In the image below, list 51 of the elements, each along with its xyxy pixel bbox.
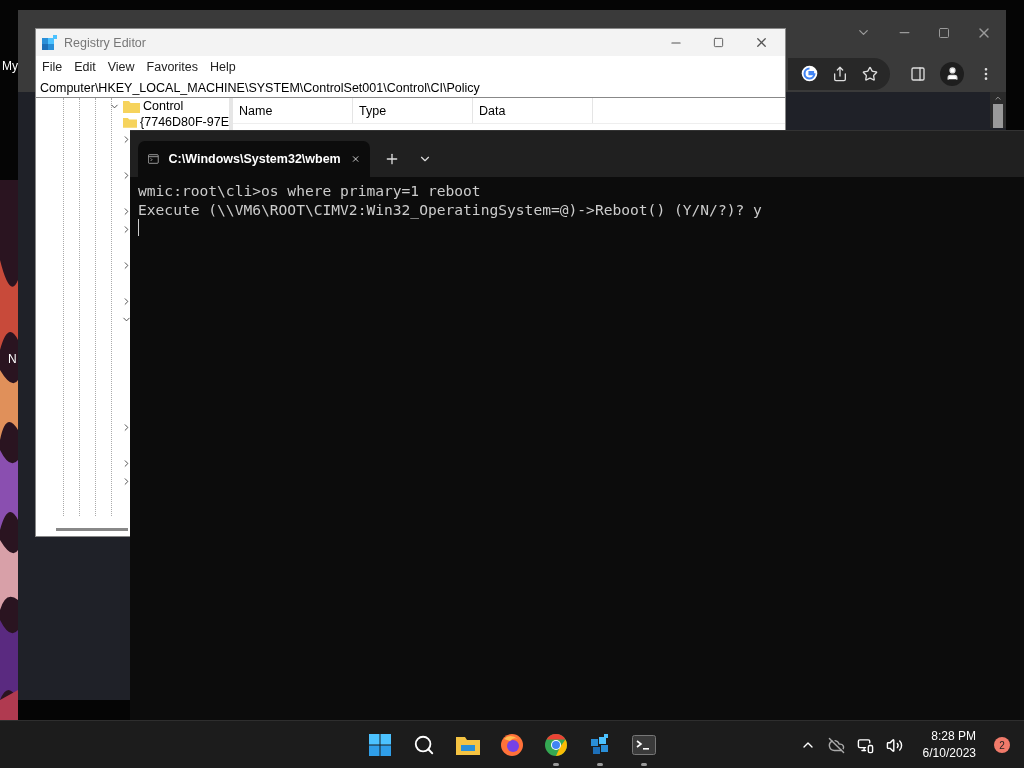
- star-icon[interactable]: [862, 65, 878, 82]
- clock-time[interactable]: 8:28 PM: [931, 728, 976, 745]
- folder-icon: [123, 99, 140, 113]
- console-icon: [148, 152, 159, 166]
- scroll-up-icon[interactable]: [993, 94, 1003, 103]
- google-icon[interactable]: [801, 65, 818, 82]
- clock-date[interactable]: 6/10/2023: [922, 745, 976, 762]
- tree-item[interactable]: Control: [143, 99, 184, 113]
- menu-item[interactable]: Favorites: [140, 60, 204, 74]
- share-icon[interactable]: [832, 65, 848, 82]
- terminal-tab[interactable]: C:\Windows\System32\wbem: [138, 141, 370, 177]
- menu-item[interactable]: View: [101, 60, 141, 74]
- tree-item[interactable]: {7746D80F-97E: [140, 115, 229, 129]
- volume-icon[interactable]: [885, 736, 903, 754]
- running-indicator: [641, 763, 647, 766]
- maximize-icon[interactable]: [938, 26, 950, 39]
- maximize-icon[interactable]: [713, 37, 724, 48]
- chrome-icon[interactable]: [544, 733, 568, 757]
- console-line: Execute (\\VM6\ROOT\CIMV2:Win32_OperatingSystem=@)->Reboot() (Y/N/?)? y: [138, 200, 763, 219]
- menu-item[interactable]: File: [36, 60, 69, 74]
- text-cursor: [138, 219, 139, 236]
- notification-badge[interactable]: 2: [994, 737, 1010, 753]
- column-header[interactable]: Type: [353, 98, 473, 123]
- start-icon[interactable]: [368, 733, 392, 757]
- search-icon[interactable]: [413, 734, 435, 756]
- profile-avatar[interactable]: [940, 61, 964, 86]
- window-title: Registry Editor: [64, 35, 147, 50]
- folder-icon: [123, 115, 138, 129]
- console-line: wmic:root\cli>os where primary=1 reboot: [138, 181, 482, 200]
- scrollbar[interactable]: [990, 92, 1006, 128]
- menu-item[interactable]: Edit: [68, 60, 102, 74]
- menu-item[interactable]: Help: [204, 60, 242, 74]
- close-icon[interactable]: [754, 35, 769, 50]
- scrollbar-thumb[interactable]: [56, 527, 128, 531]
- folder-icon[interactable]: [455, 734, 481, 756]
- running-indicator: [597, 763, 603, 766]
- desktop-icon-label[interactable]: My: [2, 59, 18, 73]
- address-bar[interactable]: [788, 57, 890, 90]
- new-tab-icon[interactable]: [384, 151, 400, 167]
- desktop-icon-label[interactable]: N: [8, 352, 17, 366]
- column-header[interactable]: Data: [473, 98, 593, 123]
- network-icon[interactable]: [856, 736, 874, 754]
- fox-globe-icon[interactable]: [500, 733, 524, 757]
- address-field[interactable]: Computer\HKEY_LOCAL_MACHINE\SYSTEM\ControlSet001\Control\CI\Policy: [36, 78, 785, 98]
- terminal-icon[interactable]: [632, 735, 656, 755]
- running-indicator: [553, 763, 559, 766]
- cubes-icon[interactable]: [589, 733, 611, 757]
- cubes-icon: [42, 34, 58, 51]
- column-header[interactable]: Name: [233, 98, 353, 123]
- side-panel-icon[interactable]: [910, 65, 926, 82]
- cloud-off-icon[interactable]: [827, 736, 845, 754]
